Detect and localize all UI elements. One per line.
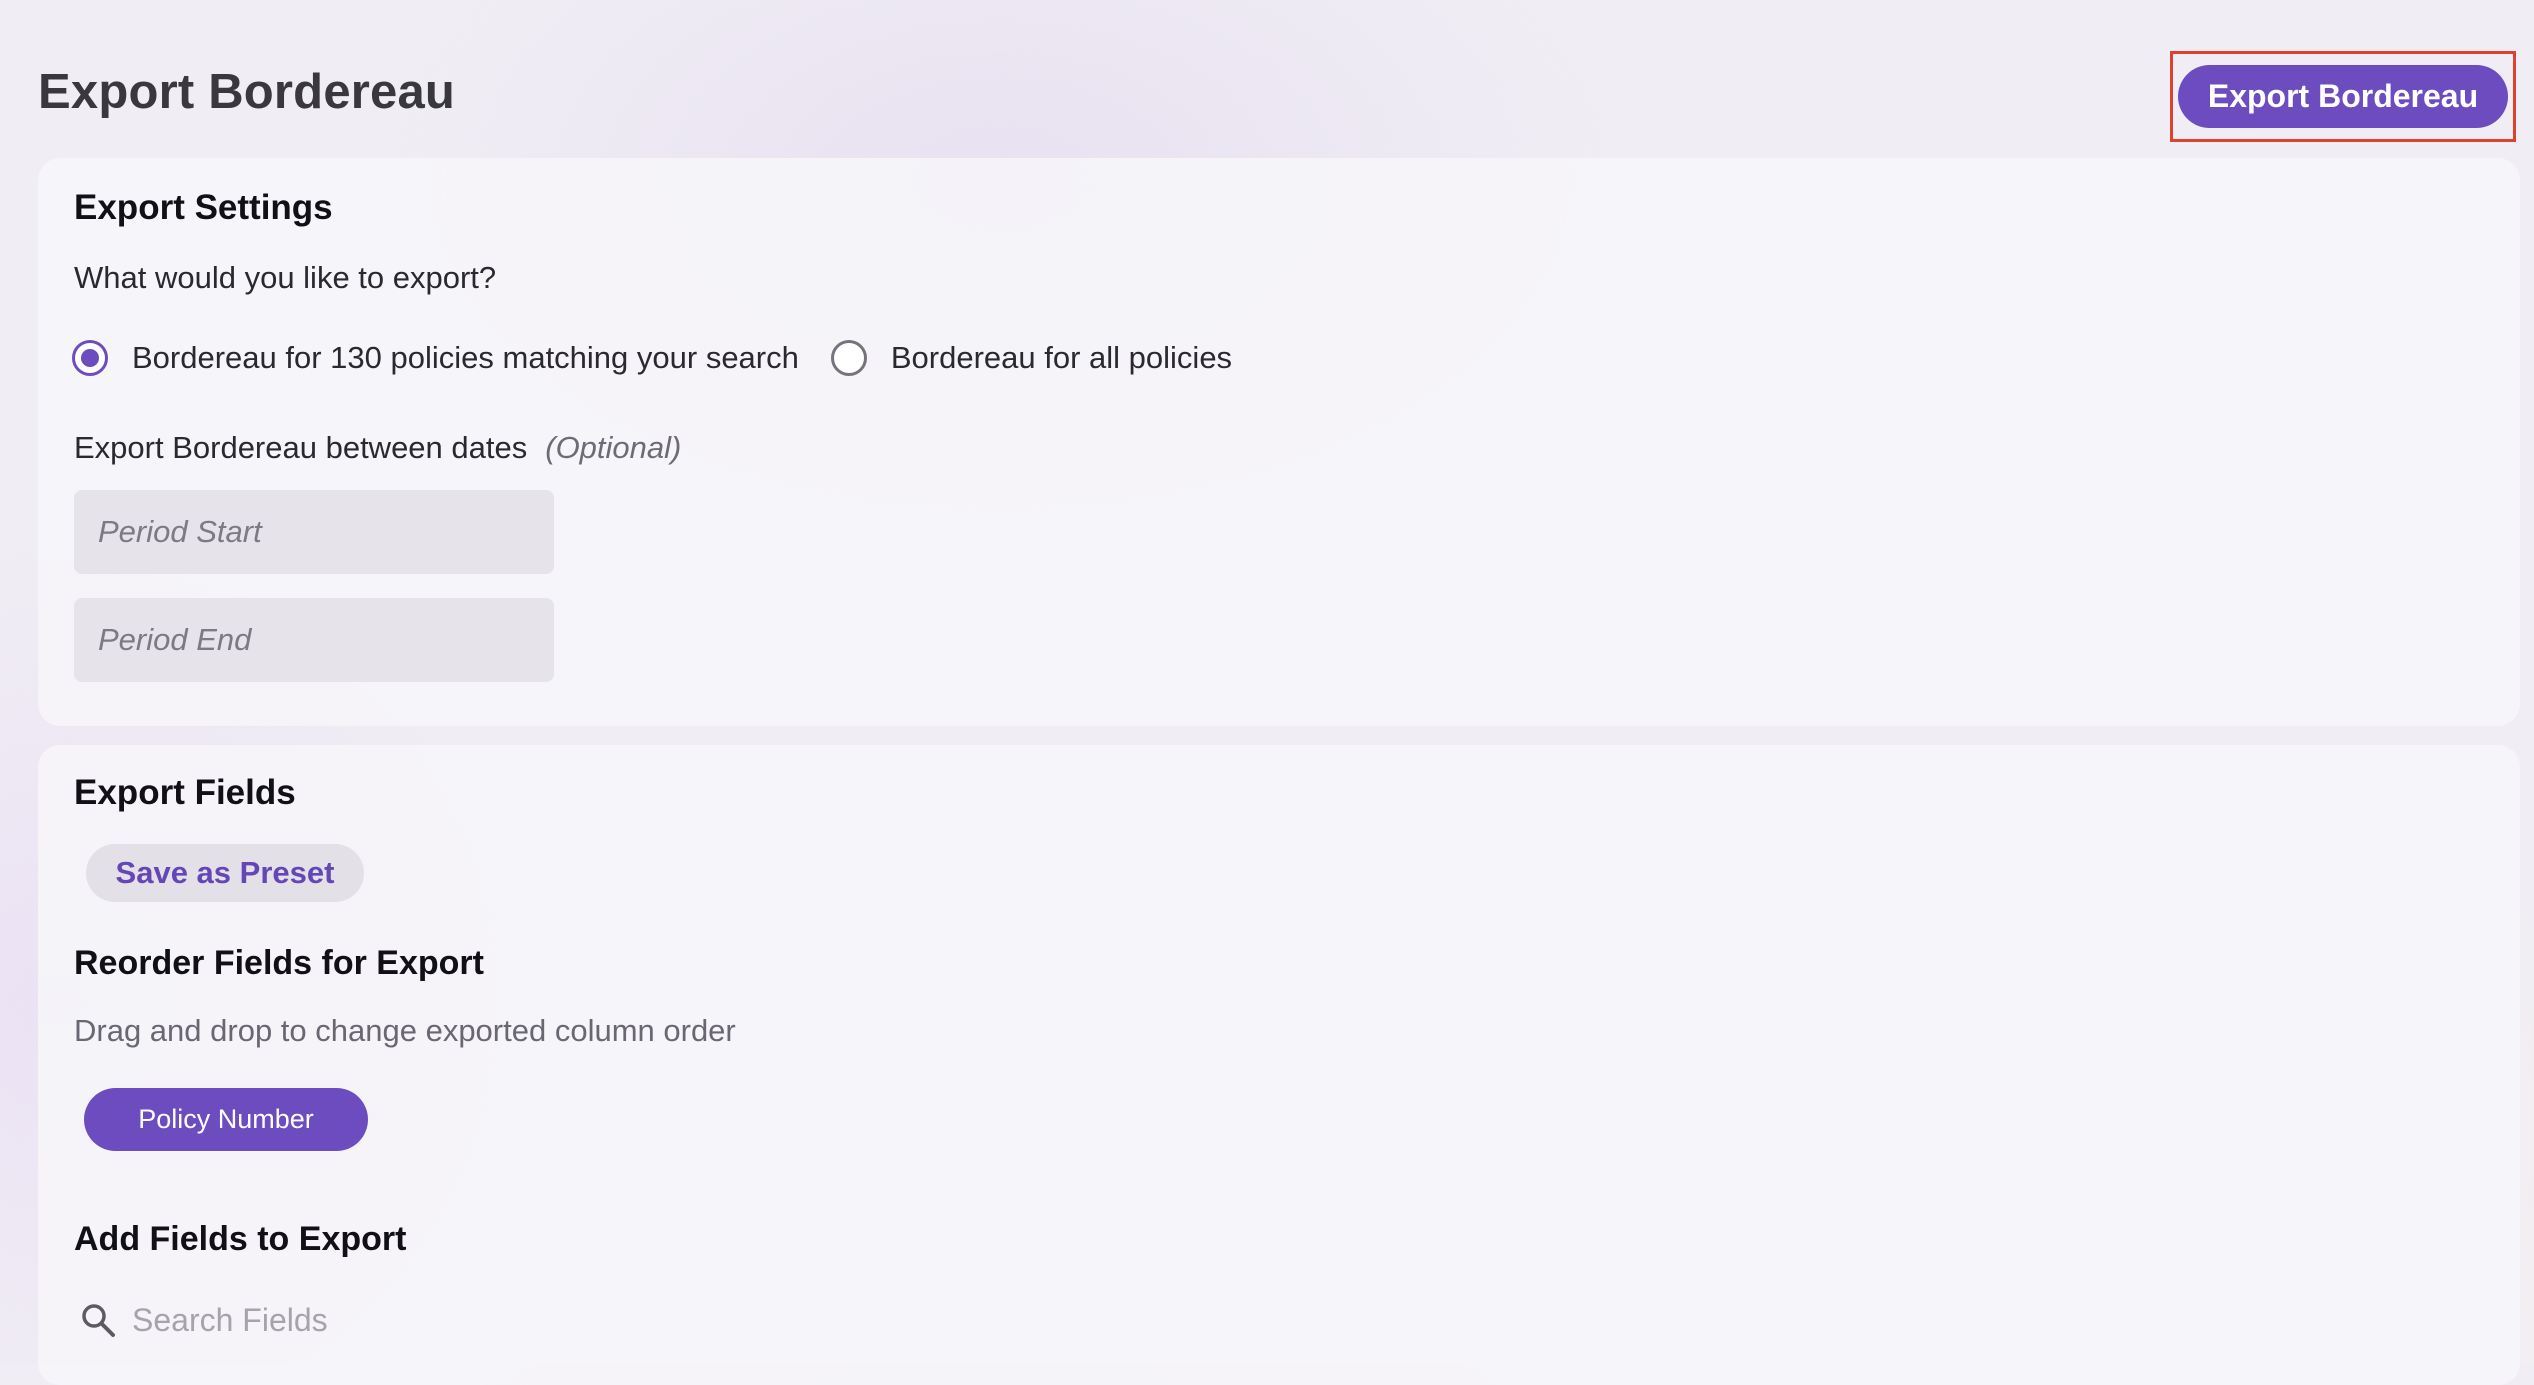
export-fields-card: Export Fields Save as Preset Reorder Fie… — [38, 745, 2520, 1385]
search-icon — [78, 1300, 118, 1340]
add-fields-title: Add Fields to Export — [74, 1220, 407, 1258]
period-end-input[interactable] — [74, 598, 554, 682]
field-chip-policy-number[interactable]: Policy Number — [84, 1088, 368, 1151]
search-fields-input[interactable] — [132, 1301, 652, 1339]
export-fields-title: Export Fields — [74, 773, 296, 812]
reorder-fields-title: Reorder Fields for Export — [74, 944, 484, 982]
export-bordereau-button[interactable]: Export Bordereau — [2178, 65, 2508, 128]
radio-button-selected[interactable] — [72, 340, 108, 376]
radio-option-all-policies[interactable]: Bordereau for all policies — [830, 340, 1233, 376]
page-title: Export Bordereau — [38, 65, 456, 119]
reorder-helper-text: Drag and drop to change exported column … — [74, 1013, 736, 1048]
period-start-input[interactable] — [74, 490, 554, 574]
radio-button-unselected[interactable] — [830, 340, 867, 376]
export-scope-radio-group: Bordereau for 130 policies matching your… — [72, 340, 1232, 376]
export-settings-card: Export Settings What would you like to e… — [38, 158, 2520, 726]
export-question: What would you like to export? — [74, 260, 497, 295]
dates-label: Export Bordereau between dates (Optional) — [74, 430, 681, 466]
save-as-preset-button[interactable]: Save as Preset — [86, 844, 364, 902]
radio-label-all-policies: Bordereau for all policies — [890, 340, 1233, 375]
radio-dot — [81, 349, 99, 367]
optional-tag: (Optional) — [545, 430, 682, 465]
radio-option-matching-policies[interactable]: Bordereau for 130 policies matching your… — [72, 340, 799, 376]
search-fields — [78, 1295, 678, 1345]
radio-label-matching-policies: Bordereau for 130 policies matching your… — [132, 340, 799, 375]
export-button-highlight: Export Bordereau — [2170, 51, 2516, 142]
dates-label-text: Export Bordereau between dates — [74, 430, 528, 465]
export-settings-title: Export Settings — [74, 188, 333, 227]
